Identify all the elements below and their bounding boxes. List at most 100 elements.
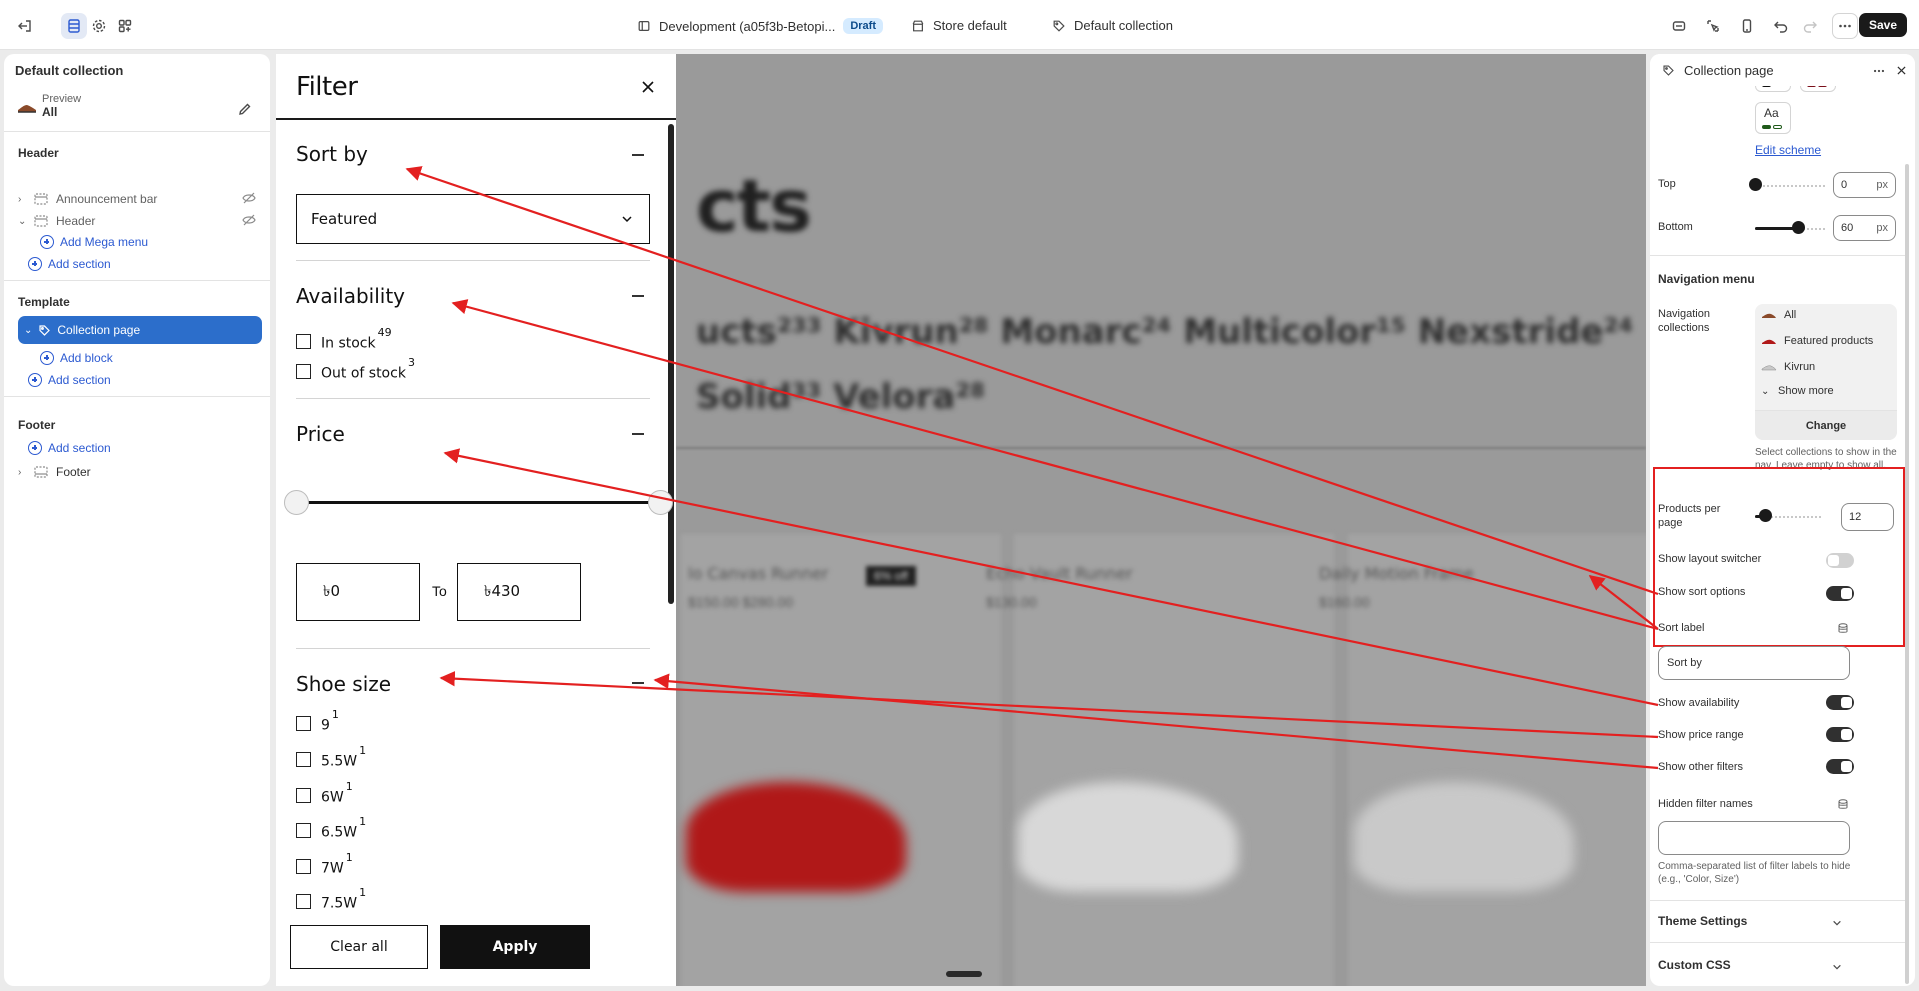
mobile-icon[interactable] <box>1734 13 1760 39</box>
more-icon[interactable] <box>1872 64 1886 78</box>
sort-label-input[interactable]: Sort by <box>1658 646 1850 680</box>
exit-icon[interactable] <box>12 13 38 39</box>
top-padding-slider-handle[interactable] <box>1749 178 1762 191</box>
chevron-down-icon[interactable]: ⌄ <box>18 216 30 227</box>
sidebar-item-announcement-bar[interactable]: › Announcement bar <box>18 188 260 210</box>
nav-collection-item[interactable]: Featured products <box>1761 335 1873 347</box>
redo-icon[interactable] <box>1797 13 1823 39</box>
nav-collection-item[interactable]: Kivrun <box>1761 361 1815 373</box>
nav-collection-item[interactable]: All <box>1761 309 1796 321</box>
size-checkbox[interactable]: 91 <box>296 708 339 734</box>
apps-icon[interactable] <box>112 13 138 39</box>
preview-value[interactable]: All <box>42 105 57 119</box>
checkbox[interactable] <box>296 823 311 839</box>
database-icon[interactable] <box>1838 799 1848 810</box>
sections-icon[interactable] <box>61 13 87 39</box>
filter-drawer: Filter Sort by Featured Availability In … <box>276 54 676 986</box>
add-block-link[interactable]: Add block <box>40 351 113 365</box>
sidebar-item-label: Announcement bar <box>56 192 158 206</box>
checkbox[interactable] <box>296 894 311 910</box>
price-slider-track[interactable] <box>296 501 660 504</box>
eye-hidden-icon[interactable] <box>242 214 256 226</box>
theme-settings-accordion[interactable]: Theme Settings <box>1658 914 1747 928</box>
tag-icon <box>1663 65 1674 76</box>
price-to-value: ৳430 <box>484 581 521 600</box>
size-checkbox[interactable]: 6.5W1 <box>296 815 366 841</box>
navigation-collections-label: Navigation collections <box>1658 308 1710 334</box>
edit-pencil-icon[interactable] <box>237 101 253 117</box>
custom-css-accordion[interactable]: Custom CSS <box>1658 958 1731 972</box>
close-icon[interactable] <box>639 78 657 96</box>
show-price-range-toggle[interactable] <box>1826 727 1854 742</box>
add-section-footer-link[interactable]: Add section <box>28 441 111 455</box>
collection-selector[interactable]: Default collection <box>1052 18 1173 33</box>
checkbox[interactable] <box>296 752 311 768</box>
checkbox[interactable] <box>296 716 311 732</box>
chevron-down-icon[interactable] <box>1832 962 1842 972</box>
change-button[interactable]: Change <box>1755 410 1897 440</box>
undo-icon[interactable] <box>1768 13 1794 39</box>
add-mega-menu-link[interactable]: Add Mega menu <box>40 235 148 249</box>
clear-all-button[interactable]: Clear all <box>290 925 428 969</box>
add-section-template-link[interactable]: Add section <box>28 373 111 387</box>
show-sort-options-toggle[interactable] <box>1826 586 1854 601</box>
color-scheme-swatch-selected[interactable]: Aa <box>1755 102 1791 134</box>
store-default-selector[interactable]: Store default <box>911 18 1007 33</box>
sort-select[interactable]: Featured <box>296 194 650 244</box>
sidebar-item-collection-page[interactable]: ⌄ Collection page <box>18 316 262 344</box>
in-stock-checkbox[interactable]: In stock49 <box>296 326 392 352</box>
close-icon[interactable] <box>1895 64 1908 77</box>
bottom-padding-input[interactable]: 60 px <box>1833 215 1896 241</box>
hidden-filter-names-input[interactable] <box>1658 821 1850 855</box>
price-from-input[interactable]: ৳0 <box>296 563 420 621</box>
save-button[interactable]: Save <box>1858 13 1907 37</box>
checkbox[interactable] <box>296 859 311 875</box>
top-padding-input[interactable]: 0 px <box>1833 172 1896 198</box>
chevron-right-icon[interactable]: › <box>18 467 30 478</box>
show-more-button[interactable]: ⌄ Show more <box>1761 385 1834 397</box>
checkbox[interactable] <box>296 334 311 350</box>
select-cursor-icon[interactable] <box>1700 13 1726 39</box>
price-slider-max-handle[interactable] <box>648 490 673 515</box>
price-to-input[interactable]: ৳430 <box>457 563 581 621</box>
size-checkbox[interactable]: 6W1 <box>296 780 353 806</box>
sidebar-item-footer[interactable]: › Footer <box>18 461 260 483</box>
checkbox[interactable] <box>296 364 311 380</box>
footer-group-label: Footer <box>18 418 56 432</box>
collapse-icon[interactable] <box>632 295 644 297</box>
divider <box>276 118 676 120</box>
size-label: 7W <box>321 860 344 877</box>
more-icon[interactable] <box>1832 13 1858 39</box>
settings-title: Collection page <box>1684 63 1774 78</box>
settings-scrollbar[interactable] <box>1905 164 1909 984</box>
show-availability-toggle[interactable] <box>1826 695 1854 710</box>
top-padding-slider[interactable] <box>1755 185 1827 187</box>
show-other-filters-toggle[interactable] <box>1826 759 1854 774</box>
collapse-icon[interactable] <box>632 154 644 156</box>
out-of-stock-checkbox[interactable]: Out of stock3 <box>296 356 415 382</box>
chevron-down-icon[interactable] <box>1832 918 1842 928</box>
collapse-icon[interactable] <box>632 682 644 684</box>
size-checkbox[interactable]: 5.5W1 <box>296 744 366 770</box>
store-selector[interactable]: Development (a05f3b-Betopi... Draft <box>637 18 883 34</box>
edit-scheme-link[interactable]: Edit scheme <box>1755 143 1821 157</box>
size-checkbox[interactable]: 7.5W1 <box>296 886 366 912</box>
sidebar-item-header[interactable]: ⌄ Header <box>18 210 260 232</box>
gear-icon[interactable] <box>86 13 112 39</box>
chevron-right-icon[interactable]: › <box>18 194 30 205</box>
size-label: 6W <box>321 789 344 806</box>
eye-hidden-icon[interactable] <box>242 192 256 204</box>
drawer-scrollbar[interactable] <box>668 124 674 604</box>
add-section-header-link[interactable]: Add section <box>28 257 111 271</box>
size-checkbox[interactable]: 7W1 <box>296 851 353 877</box>
database-icon[interactable] <box>1838 623 1848 634</box>
apply-button[interactable]: Apply <box>440 925 590 969</box>
sort-label-value: Sort by <box>1667 657 1702 669</box>
collapse-icon[interactable] <box>632 433 644 435</box>
inspector-icon[interactable] <box>1666 13 1692 39</box>
chevron-down-icon[interactable]: ⌄ <box>24 325 32 336</box>
bottom-padding-slider-handle[interactable] <box>1792 221 1806 234</box>
resize-handle[interactable] <box>946 971 982 977</box>
price-slider-min-handle[interactable] <box>284 490 309 515</box>
checkbox[interactable] <box>296 788 311 804</box>
